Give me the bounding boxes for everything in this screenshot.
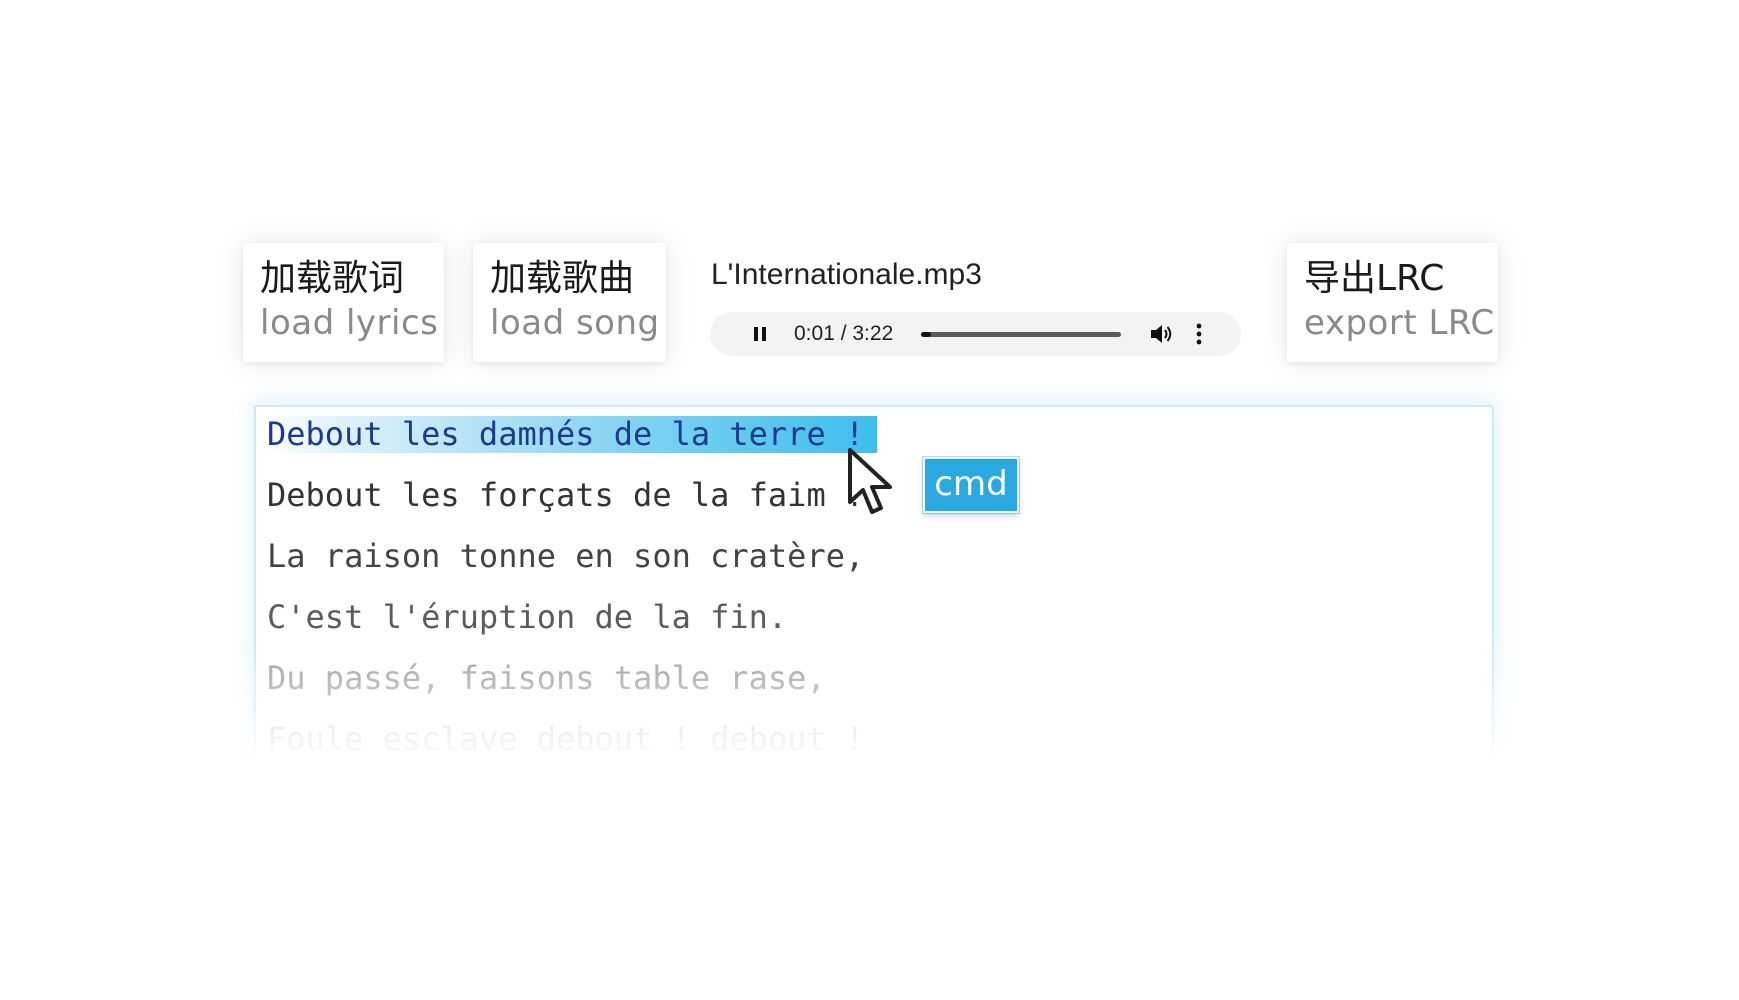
load-song-label-en: load song: [490, 303, 660, 343]
cmd-key-badge: cmd: [923, 457, 1019, 513]
load-song-label-zh: 加载歌曲: [490, 258, 635, 299]
pause-icon[interactable]: [746, 320, 774, 348]
lyric-line[interactable]: La raison tonne en son cratère,: [267, 536, 864, 576]
seek-bar-fill: [921, 331, 932, 337]
audio-player[interactable]: 0:01 / 3:22: [710, 312, 1241, 356]
lyric-line-text: Debout les damnés de la terre !: [267, 415, 865, 453]
seek-bar[interactable]: [921, 331, 1122, 337]
lyric-line[interactable]: Debout les damnés de la terre !: [267, 414, 864, 454]
load-song-button[interactable]: 加载歌曲 load song: [473, 243, 666, 362]
lyric-line[interactable]: Debout les forçats de la faim !: [267, 475, 864, 515]
export-lrc-label-en: export LRC: [1304, 303, 1495, 343]
export-lrc-label-zh: 导出LRC: [1304, 258, 1445, 299]
mouse-pointer-icon: [848, 448, 892, 514]
load-lyrics-label-zh: 加载歌词: [260, 258, 405, 299]
export-lrc-button[interactable]: 导出LRC export LRC: [1287, 243, 1498, 362]
lyric-line[interactable]: C'est l'éruption de la fin.: [267, 597, 787, 637]
audio-file-name: L'Internationale.mp3: [711, 258, 982, 291]
playback-time: 0:01 / 3:22: [794, 322, 894, 345]
lyric-line[interactable]: Du passé, faisons table rase,: [267, 658, 826, 698]
more-options-icon[interactable]: [1189, 320, 1209, 348]
volume-icon[interactable]: [1147, 320, 1175, 348]
load-lyrics-button[interactable]: 加载歌词 load lyrics: [243, 243, 444, 362]
lyrics-timing-app: 加载歌词 load lyrics 加载歌曲 load song L'Intern…: [0, 0, 1739, 1000]
lyric-line[interactable]: Foule esclave debout ! debout !: [267, 719, 864, 759]
load-lyrics-label-en: load lyrics: [260, 303, 439, 343]
